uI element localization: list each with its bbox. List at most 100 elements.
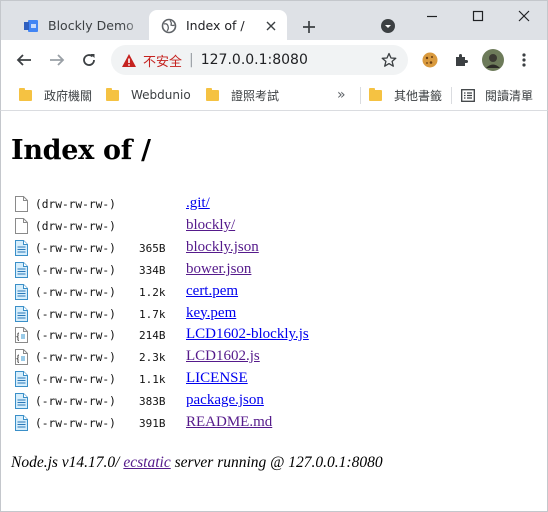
- text-file-icon: [15, 393, 28, 410]
- file-row: (-rw-rw-rw-) 1.7k key.pem: [1, 304, 548, 326]
- file-permissions: (-rw-rw-rw-): [35, 329, 116, 343]
- window-close-button[interactable]: [509, 5, 539, 27]
- folder-icon: [19, 87, 32, 101]
- bookmark-label: 其他書籤: [394, 88, 443, 103]
- folder-icon: [106, 87, 119, 101]
- file-size: 383B: [139, 395, 166, 409]
- text-file-icon: [15, 239, 28, 256]
- warning-icon[interactable]: [121, 53, 137, 68]
- file-permissions: (-rw-rw-rw-): [35, 241, 116, 255]
- file-permissions: (-rw-rw-rw-): [35, 417, 116, 430]
- text-file-icon: [15, 261, 28, 278]
- file-permissions: (-rw-rw-rw-): [35, 307, 116, 321]
- more-menu-icon[interactable]: [512, 48, 536, 72]
- blank-file-icon: [15, 196, 28, 212]
- file-row: (-rw-rw-rw-) 1.2k cert.pem: [1, 282, 548, 304]
- bookmark-label: 證照考試: [231, 88, 280, 103]
- reading-list-button[interactable]: 閱讀清單: [461, 86, 533, 104]
- minimize-button[interactable]: [417, 5, 447, 27]
- bookmark-label: 政府機關: [44, 88, 93, 103]
- script-file-icon: [15, 327, 28, 344]
- file-size: 2.3k: [139, 351, 166, 365]
- file-size: 1.2k: [139, 285, 166, 299]
- file-permissions: (drw-rw-rw-): [35, 219, 116, 233]
- bookmark-folder[interactable]: 政府機關: [19, 86, 92, 104]
- file-permissions: (-rw-rw-rw-): [35, 351, 116, 365]
- file-link[interactable]: key.pem: [186, 305, 236, 322]
- server-footer: Node.js v14.17.0/ ecstatic server runnin…: [11, 454, 383, 472]
- file-permissions: (-rw-rw-rw-): [35, 395, 116, 409]
- address-bar[interactable]: 不安全 | 127.0.0.1:8080: [111, 45, 408, 75]
- reload-button[interactable]: [77, 48, 101, 72]
- bookmark-folder[interactable]: 證照考試: [206, 86, 279, 104]
- file-link[interactable]: blockly.json: [186, 239, 259, 256]
- bookmarks-overflow-button[interactable]: »: [337, 87, 346, 103]
- divider: [451, 87, 452, 104]
- tab-index-of[interactable]: Index of /: [149, 10, 287, 41]
- cookie-extension-icon[interactable]: [418, 48, 442, 72]
- file-size: 1.1k: [139, 373, 166, 387]
- text-file-icon: [15, 415, 28, 431]
- tab-strip: Blockly Demo Index of /: [0, 0, 548, 41]
- ecstatic-link[interactable]: ecstatic: [123, 454, 170, 471]
- back-button[interactable]: [12, 48, 36, 72]
- file-permissions: (-rw-rw-rw-): [35, 373, 116, 387]
- footer-suffix: server running @ 127.0.0.1:8080: [170, 454, 383, 471]
- close-icon[interactable]: [263, 18, 279, 34]
- file-size: 214B: [139, 329, 166, 343]
- file-row: (-rw-rw-rw-) 383B package.json: [1, 391, 548, 413]
- star-icon[interactable]: [380, 51, 398, 69]
- file-link[interactable]: cert.pem: [186, 283, 238, 300]
- file-row: (-rw-rw-rw-) 365B blockly.json: [1, 238, 548, 260]
- profile-avatar[interactable]: [481, 48, 505, 72]
- bookmarks-bar: 政府機關 Webdunio 證照考試 » 其他書籤 閱讀清單: [0, 80, 548, 111]
- script-file-icon: [15, 349, 28, 366]
- forward-button[interactable]: [45, 48, 69, 72]
- security-label[interactable]: 不安全: [143, 51, 182, 70]
- page-content: Index of / (drw-rw-rw-) .git/(drw-rw-rw-)…: [0, 111, 548, 512]
- new-tab-button[interactable]: [298, 16, 320, 38]
- file-link[interactable]: LICENSE: [186, 370, 248, 387]
- file-row: (drw-rw-rw-) blockly/: [1, 216, 548, 238]
- file-row: (drw-rw-rw-) .git/: [1, 194, 548, 216]
- omnibox-separator: |: [189, 52, 194, 68]
- tab-title: Blockly Demo: [48, 18, 134, 33]
- file-link[interactable]: README.md: [186, 414, 272, 431]
- file-row: (-rw-rw-rw-) 214B LCD1602-blockly.js: [1, 325, 548, 347]
- file-link[interactable]: bower.json: [186, 261, 251, 278]
- globe-icon: [161, 18, 177, 34]
- blank-file-icon: [15, 217, 28, 234]
- tab-search-button[interactable]: [378, 16, 398, 36]
- file-size: 334B: [139, 263, 166, 277]
- file-size: 1.7k: [139, 307, 166, 321]
- divider: [360, 87, 361, 104]
- file-link[interactable]: package.json: [186, 392, 264, 409]
- file-size: 365B: [139, 241, 166, 255]
- tab-title: Index of /: [186, 18, 245, 33]
- extensions-puzzle-icon[interactable]: [449, 48, 473, 72]
- file-row: (-rw-rw-rw-) 1.1k LICENSE: [1, 369, 548, 391]
- file-row: (-rw-rw-rw-) 2.3k LCD1602.js: [1, 347, 548, 369]
- bookmark-label: 閱讀清單: [485, 88, 534, 103]
- file-link[interactable]: LCD1602.js: [186, 348, 260, 365]
- footer-prefix: Node.js v14.17.0/: [11, 454, 124, 471]
- text-file-icon: [15, 371, 28, 388]
- text-file-icon: [15, 283, 28, 300]
- tab-blockly-demo[interactable]: Blockly Demo: [15, 10, 147, 41]
- file-permissions: (-rw-rw-rw-): [35, 263, 116, 277]
- bookmark-label: Webdunio: [131, 88, 191, 102]
- bookmark-folder[interactable]: Webdunio: [106, 86, 191, 104]
- file-permissions: (-rw-rw-rw-): [35, 285, 116, 299]
- file-link[interactable]: LCD1602-blockly.js: [186, 326, 309, 343]
- page-title: Index of /: [11, 135, 151, 166]
- file-permissions: (drw-rw-rw-): [35, 198, 116, 211]
- file-row: (-rw-rw-rw-) 391B README.md: [1, 413, 548, 435]
- browser-toolbar: 不安全 | 127.0.0.1:8080: [0, 40, 548, 80]
- reading-list-icon: [461, 88, 475, 102]
- bookmark-folder[interactable]: 其他書籤: [369, 86, 442, 104]
- folder-icon: [206, 87, 219, 101]
- url-text[interactable]: 127.0.0.1:8080: [201, 52, 308, 68]
- maximize-button[interactable]: [463, 5, 493, 27]
- file-link[interactable]: blockly/: [186, 217, 235, 234]
- file-link[interactable]: .git/: [186, 195, 210, 212]
